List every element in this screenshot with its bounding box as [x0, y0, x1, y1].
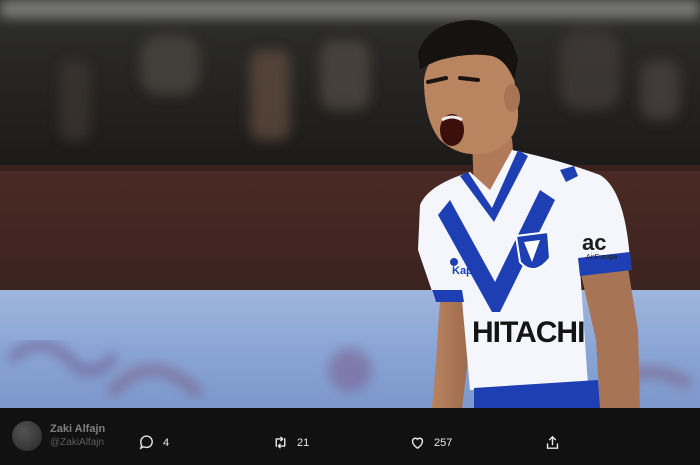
tweet-action-bar: Zaki Alfajn @ZakiAlfajn 4 21 257: [0, 408, 700, 465]
reply-icon: [138, 434, 155, 451]
retweet-icon: [272, 434, 289, 451]
retweet-count: 21: [297, 436, 310, 449]
avatar[interactable]: [12, 421, 42, 451]
heart-icon: [409, 434, 426, 451]
retweet-button[interactable]: 21: [272, 434, 309, 451]
reply-count: 4: [163, 436, 170, 449]
reply-button[interactable]: 4: [138, 434, 169, 451]
like-count: 257: [434, 436, 453, 449]
share-icon: [544, 434, 561, 451]
sleeve-sponsor-logo: ac: [582, 230, 606, 255]
jersey-sponsor-text: HITACHI: [472, 316, 584, 349]
tweet-photo[interactable]: ac AirEuropa HITACHI Kappa: [0, 0, 700, 465]
tweet-author[interactable]: Zaki Alfajn @ZakiAlfajn: [12, 418, 105, 454]
like-button[interactable]: 257: [409, 434, 452, 451]
sleeve-sponsor-text: AirEuropa: [586, 254, 617, 261]
share-button[interactable]: [544, 434, 561, 451]
author-name[interactable]: Zaki Alfajn: [50, 422, 105, 436]
author-handle: @ZakiAlfajn: [50, 437, 105, 448]
kappa-logo-text: Kappa: [452, 265, 487, 277]
